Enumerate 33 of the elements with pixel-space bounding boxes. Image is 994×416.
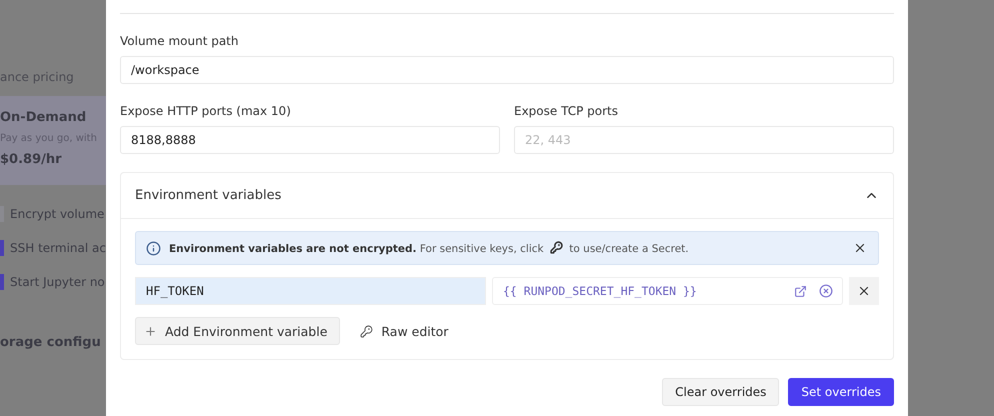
env-header[interactable]: Environment variables [121,173,893,219]
section-title: orage configu [0,335,102,350]
field-label: Volume mount path [120,34,240,48]
external-link-icon[interactable] [792,283,808,299]
add-variable-button[interactable]: Add Environment variable [135,317,340,345]
value-text: {{ RUNPOD_SECRET_HF_TOKEN }} [503,284,698,298]
option-label: Start Jupyter no [10,275,105,289]
clear-overrides-button[interactable]: Clear overrides [662,378,780,406]
section-title: Environment variables [135,188,282,203]
option-label: SSH terminal ac [10,241,106,255]
option-label: Encrypt volume [10,207,104,221]
input-field[interactable]: 8188,8888 [120,126,500,154]
remove-button[interactable] [849,277,879,305]
key-icon [360,324,374,338]
close-icon [857,284,871,298]
set-overrides-button[interactable]: Set overrides [788,378,894,406]
plus-icon [144,324,157,338]
checkbox[interactable] [0,240,4,256]
key-icon[interactable] [550,241,563,254]
clear-icon[interactable] [818,283,834,299]
notice-text: Environment variables are not encrypted. For sensitive keys, click to use/create a Secret. [169,241,690,255]
checkbox[interactable] [0,274,4,290]
input-field[interactable]: /workspace [120,56,894,84]
raw-editor-button[interactable]: Raw editor [354,322,454,340]
input-field[interactable]: 22, 443 [514,126,894,154]
field-label: Expose HTTP ports (max 10) [120,104,292,118]
pricing-title: On-Demand [0,110,88,125]
key-field[interactable]: HF_TOKEN [135,277,486,305]
value-field[interactable]: {{ RUNPOD_SECRET_HF_TOKEN }} [492,277,843,305]
field-label: Expose TCP ports [514,104,619,118]
price: $0.89/hr [0,152,63,167]
close-icon [853,241,867,255]
info-icon [146,240,161,256]
